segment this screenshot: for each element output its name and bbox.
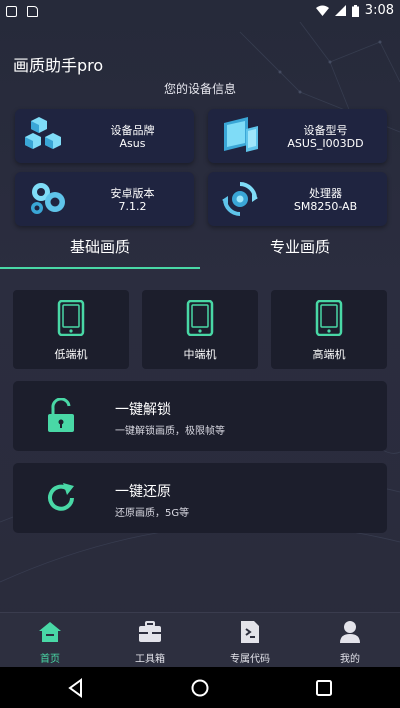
clock: 3:08 <box>364 3 394 18</box>
status-bar: 3:08 <box>0 0 400 22</box>
one-click-restore-card[interactable]: 一键还原 还原画质，5G等 <box>13 463 387 533</box>
device-brand-card: 设备品牌 Asus <box>15 109 194 163</box>
restore-title: 一键还原 <box>115 484 171 500</box>
profile-icon <box>340 621 360 643</box>
nav-profile-label: 我的 <box>340 654 360 665</box>
toolbox-icon <box>139 621 161 642</box>
cubes-icon <box>25 117 61 149</box>
devices-icon <box>224 117 258 152</box>
signal-icon <box>334 5 346 16</box>
home-button-icon[interactable] <box>189 677 211 699</box>
tab-basic-quality[interactable]: 基础画质 <box>0 236 200 257</box>
notification-icon <box>6 5 17 17</box>
active-tab-indicator <box>0 267 200 269</box>
nav-home-label: 首页 <box>40 654 60 665</box>
processor-card: 处理器 SM8250-AB <box>208 172 387 226</box>
android-version-card: 安卓版本 7.1.2 <box>15 172 194 226</box>
device-model-label: 设备型号 <box>303 124 348 137</box>
phone-icon <box>186 300 214 336</box>
device-model-card: 设备型号 ASUS_I003DD <box>208 109 387 163</box>
wifi-icon <box>315 5 329 16</box>
app-title: 画质助手pro <box>13 56 104 75</box>
device-brand-value: Asus <box>119 137 146 150</box>
sd-card-icon <box>27 5 38 17</box>
android-version-label: 安卓版本 <box>110 187 155 200</box>
nav-profile[interactable]: 我的 <box>300 613 400 668</box>
battery-icon <box>351 4 359 17</box>
tab-pro-quality[interactable]: 专业画质 <box>200 236 400 257</box>
low-end-label: 低端机 <box>54 348 88 361</box>
back-icon[interactable] <box>65 677 87 699</box>
high-end-device-card[interactable]: 高端机 <box>271 290 387 369</box>
mid-range-label: 中端机 <box>183 348 217 361</box>
processor-label: 处理器 <box>309 187 342 200</box>
device-model-value: ASUS_I003DD <box>287 137 364 150</box>
unlock-title: 一键解锁 <box>115 402 171 418</box>
device-info-heading: 您的设备信息 <box>163 82 236 96</box>
nav-toolbox-label: 工具箱 <box>135 654 165 665</box>
processor-icon <box>222 182 258 216</box>
code-file-icon <box>241 621 259 643</box>
system-navigation-bar <box>0 667 400 708</box>
low-end-device-card[interactable]: 低端机 <box>13 290 129 369</box>
unlock-icon <box>48 398 74 432</box>
phone-icon <box>57 300 85 336</box>
restore-description: 还原画质，5G等 <box>115 508 190 519</box>
nav-exclusive-code[interactable]: 专属代码 <box>200 613 300 668</box>
quality-tabs: 基础画质 专业画质 <box>0 236 400 270</box>
home-icon <box>39 622 61 642</box>
gears-icon <box>31 183 65 214</box>
android-version-value: 7.1.2 <box>118 200 147 213</box>
high-end-label: 高端机 <box>312 348 346 361</box>
device-brand-label: 设备品牌 <box>110 124 155 137</box>
processor-value: SM8250-AB <box>293 200 358 213</box>
unlock-description: 一键解锁画质，极限帧等 <box>115 426 225 437</box>
one-click-unlock-card[interactable]: 一键解锁 一键解锁画质，极限帧等 <box>13 381 387 451</box>
refresh-icon <box>48 483 74 511</box>
nav-home[interactable]: 首页 <box>0 613 100 668</box>
nav-exclusive-code-label: 专属代码 <box>230 654 270 665</box>
mid-range-device-card[interactable]: 中端机 <box>142 290 258 369</box>
nav-toolbox[interactable]: 工具箱 <box>100 613 200 668</box>
bottom-navigation: 首页 工具箱 专属代码 我的 <box>0 612 400 667</box>
phone-icon <box>315 300 343 336</box>
recents-icon[interactable] <box>313 677 335 699</box>
